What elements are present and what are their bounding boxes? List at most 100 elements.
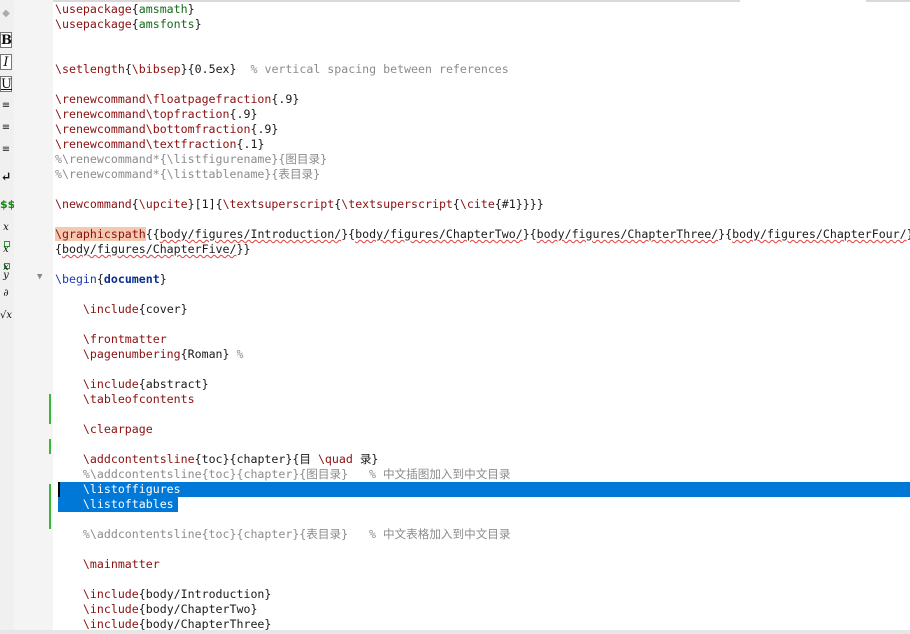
latex-command: \include [82,587,139,601]
change-marker [49,394,51,424]
change-marker [49,484,51,529]
path-argument: body/figures/ChapterTwo/ [355,227,523,241]
latex-command: \listoffigures [82,482,181,496]
code-line: %\renewcommand*{\listtablename}{表目录} [55,167,910,182]
align-left-icon[interactable]: ≡ [0,98,12,114]
argument: .9 [257,122,272,136]
argument: .9 [278,92,293,106]
newline-icon[interactable]: ↵ [0,170,12,186]
comment: % vertical spacing between references [250,62,509,76]
latex-command: \textsuperscript [222,197,335,211]
latex-command: \include [82,617,139,631]
fraction-den: y [3,270,9,281]
argument: abstract [145,377,202,391]
code-line: %\renewcommand*{\listfigurename}{图目录} [55,152,910,167]
superscript-button[interactable]: x [0,242,12,269]
align-right-icon[interactable]: ≡ [0,142,12,158]
argument: body/ChapterTwo [145,602,251,616]
latex-command: \renewcommand\bottomfraction [55,122,251,136]
code-line: \include{body/ChapterTwo} [82,602,258,616]
argument: .1 [243,137,258,151]
argument: body/Introduction [145,587,265,601]
code-line-selected: \listoffigures [55,482,910,497]
package-name: amsmath [138,2,188,16]
latex-command: \setlength [55,62,125,76]
subscript-button[interactable]: x [0,220,12,247]
fold-arrow-icon[interactable]: ▼ [37,272,42,282]
code-line: \addcontentsline{toc}{chapter}{目 \quad 录… [82,452,379,466]
comment: %\renewcommand*{\listtablename}{表目录} [55,167,321,181]
sqrt-button[interactable]: √x [0,308,12,324]
italic-button[interactable]: I [0,54,12,70]
editor-gutter [14,0,53,630]
latex-command: \include [82,302,139,316]
code-line: \include{abstract} [82,377,209,391]
code-line: \begin{document} [55,272,167,286]
latex-command: \renewcommand\textfraction [55,137,237,151]
latex-command: \usepackage [55,17,132,31]
latex-command: \tableofcontents [82,392,195,406]
package-name: amsfonts [138,17,195,31]
latex-command: \addcontentsline [82,452,195,466]
code-line: \pagenumbering{Roman} % [82,347,244,361]
code-line: \renewcommand\bottomfraction{.9} [55,122,279,136]
code-line: \usepackage{amsmath} [55,2,195,16]
latex-command: \cite [459,197,495,211]
code-line: \clearpage [55,422,910,437]
argument: chapter [236,452,286,466]
horizontal-scrollbar[interactable] [0,630,910,634]
latex-command: \include [82,602,139,616]
path-argument: body/figures/ChapterFour/ [732,227,907,241]
latex-command: \renewcommand\topfraction [55,107,230,121]
change-marker [49,439,51,454]
code-line: \renewcommand\floatpagefraction{.9} [55,92,300,106]
argument: .9 [236,107,251,121]
code-line: {body/figures/ChapterFive/}} [55,242,251,256]
argument: Roman [187,347,223,361]
code-editor[interactable]: \usepackage{amsmath} \usepackage{amsfont… [55,2,910,631]
path-argument: body/figures/ChapterThree/ [536,227,719,241]
latex-command: \newcommand [55,197,132,211]
environment-name: document [103,272,160,286]
latex-command: \quad [317,452,353,466]
argument: 目 [299,452,318,466]
align-center-icon[interactable]: ≡ [0,120,12,136]
fraction-button[interactable]: xy [0,263,12,281]
code-line: \include{cover} [82,302,188,316]
path-argument: body/figures/Introduction/ [159,227,342,241]
code-line-selected: \listoftables [55,497,910,512]
code-line: \tableofcontents [55,392,910,407]
comment: %\addcontentsline{toc}{chapter}{表目录} % 中… [82,527,511,541]
partial-button[interactable]: ∂ [0,286,12,302]
optional-arg: [1] [194,197,216,211]
math-dollar-button[interactable]: $$ [0,197,15,213]
bold-button[interactable]: B [0,32,12,48]
code-line: \newcommand{\upcite}[1]{\textsuperscript… [55,197,544,211]
argument: #1 [501,197,516,211]
latex-command-highlighted: \graphicspath [55,227,146,241]
subscript-label: x [3,222,9,233]
latex-command: \pagenumbering [82,347,181,361]
latex-command: \bibsep [131,62,181,76]
argument: body/ChapterThree [145,617,265,631]
code-line: \graphicspath{{body/figures/Introduction… [55,227,910,241]
underline-button[interactable]: U [0,76,12,92]
code-line: %\addcontentsline{toc}{chapter}{表目录} % 中… [55,527,910,542]
code-line: %\addcontentsline{toc}{chapter}{图目录} % 中… [55,467,910,482]
latex-command: \begin [55,272,97,286]
argument: 录 [352,452,372,466]
latex-command: \clearpage [82,422,153,436]
argument: cover [145,302,181,316]
code-line: \frontmatter [55,332,910,347]
latex-command: \listoftables [82,497,174,511]
code-line: \usepackage{amsfonts} [55,17,202,31]
code-line: \renewcommand\textfraction{.1} [55,137,265,151]
comment: %\addcontentsline{toc}{chapter}{图目录} % 中… [82,467,511,481]
latex-command: \include [82,377,139,391]
toolbar-grip-icon: ◆ [2,8,10,19]
path-argument: body/figures/ChapterFive/ [61,242,237,256]
code-line: \renewcommand\topfraction{.9} [55,107,258,121]
latex-command: \usepackage [55,2,132,16]
argument: toc [201,452,223,466]
code-line: \mainmatter [55,557,910,572]
